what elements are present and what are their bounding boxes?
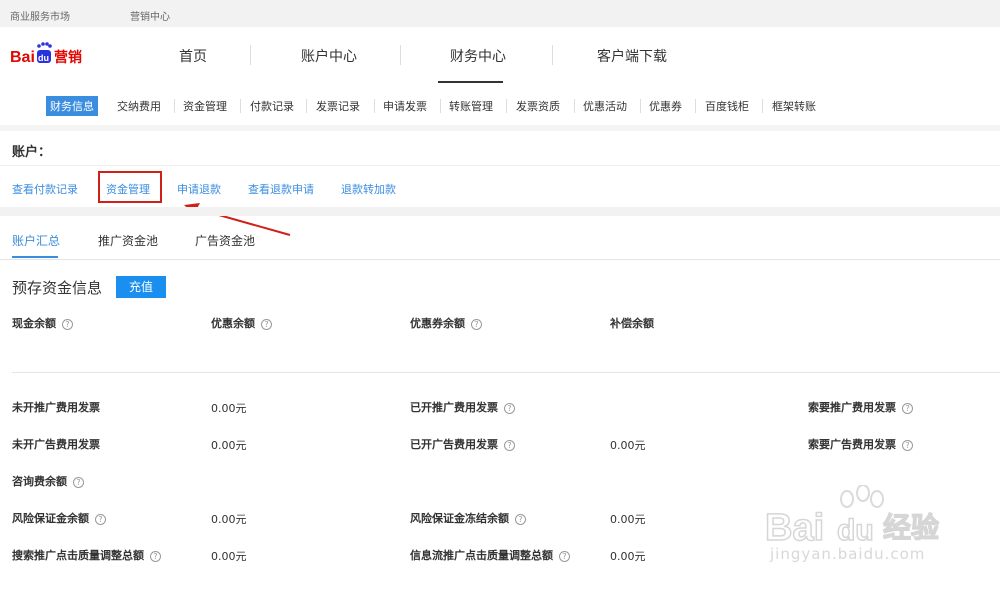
- svg-text:Bai: Bai: [10, 49, 35, 66]
- subnav-coupons[interactable]: 优惠券: [649, 98, 682, 114]
- marketing-center-link[interactable]: 营销中心: [130, 8, 170, 23]
- tab-active-indicator: [12, 256, 58, 258]
- feed-click-adjustment-value: 0.00元: [610, 550, 646, 563]
- help-icon[interactable]: ?: [504, 402, 515, 414]
- section-gap: [0, 125, 1000, 131]
- risk-deposit-frozen-value: 0.00元: [610, 513, 646, 526]
- uninvoiced-ad-value: 0.00元: [211, 439, 247, 452]
- feed-click-adjustment-label: 信息流推广点击质量调整总额?: [410, 547, 570, 563]
- nav-finance-center[interactable]: 财务中心: [450, 46, 506, 66]
- invoiced-ad-label: 已开广告费用发票?: [410, 436, 515, 452]
- highlight-box: [98, 171, 162, 203]
- subnav-promotions[interactable]: 优惠活动: [583, 98, 627, 114]
- svg-text:du: du: [837, 514, 874, 547]
- cash-balance-label: 现金余额?: [12, 315, 73, 331]
- consulting-fee-balance-label: 咨询费余额?: [12, 473, 84, 489]
- finance-subnav: 财务信息 交纳费用 资金管理 付款记录 发票记录 申请发票 转账管理 发票资质 …: [0, 87, 1000, 125]
- risk-deposit-frozen-label: 风险保证金冻结余额?: [410, 510, 526, 526]
- help-icon[interactable]: ?: [902, 439, 913, 451]
- nav-divider: [552, 45, 553, 65]
- invoiced-promotion-label: 已开推广费用发票?: [410, 399, 515, 415]
- nav-client-download[interactable]: 客户端下载: [597, 46, 667, 66]
- request-promotion-invoice-label: 索要推广费用发票?: [808, 399, 913, 415]
- help-icon[interactable]: ?: [471, 318, 482, 330]
- coupon-balance-label: 优惠券余额?: [410, 315, 482, 331]
- tab-ad-fund-pool[interactable]: 广告资金池: [195, 232, 255, 249]
- help-icon[interactable]: ?: [95, 513, 106, 525]
- subnav-baidu-wallet[interactable]: 百度钱柜: [705, 98, 749, 114]
- nav-divider: [250, 45, 251, 65]
- help-icon[interactable]: ?: [150, 550, 161, 562]
- help-icon[interactable]: ?: [261, 318, 272, 330]
- svg-text:营销: 营销: [54, 49, 82, 66]
- invoiced-ad-value: 0.00元: [610, 439, 646, 452]
- view-payment-records-link[interactable]: 查看付款记录: [12, 181, 78, 197]
- subnav-fund-management[interactable]: 资金管理: [183, 98, 227, 114]
- subnav-pay-fees[interactable]: 交纳费用: [117, 98, 161, 114]
- risk-deposit-balance-value: 0.00元: [211, 513, 247, 526]
- help-icon[interactable]: ?: [504, 439, 515, 451]
- watermark-url: jingyan.baidu.com: [770, 545, 926, 563]
- divider: [0, 165, 1000, 166]
- help-icon[interactable]: ?: [515, 513, 526, 525]
- help-icon[interactable]: ?: [559, 550, 570, 562]
- subnav-apply-invoice[interactable]: 申请发票: [383, 98, 427, 114]
- subnav-framework-transfer[interactable]: 框架转账: [772, 98, 816, 114]
- search-click-adjustment-value: 0.00元: [211, 550, 247, 563]
- request-ad-invoice-label: 索要广告费用发票?: [808, 436, 913, 452]
- help-icon[interactable]: ?: [62, 318, 73, 330]
- account-title: 账户：: [12, 145, 52, 160]
- help-icon[interactable]: ?: [902, 402, 913, 414]
- risk-deposit-balance-label: 风险保证金余额?: [12, 510, 106, 526]
- svg-text:du: du: [38, 53, 49, 63]
- discount-balance-label: 优惠余额?: [211, 315, 272, 331]
- top-bar: 商业服务市场 营销中心: [0, 0, 1000, 27]
- uninvoiced-promotion-value: 0.00元: [211, 402, 247, 415]
- subnav-finance-info[interactable]: 财务信息: [46, 96, 98, 116]
- svg-text:Bai: Bai: [765, 507, 824, 549]
- help-icon[interactable]: ?: [73, 476, 84, 488]
- uninvoiced-ad-label: 未开广告费用发票: [12, 438, 100, 451]
- section-gap: [0, 207, 1000, 216]
- subnav-payment-records[interactable]: 付款记录: [250, 98, 294, 114]
- baidu-marketing-logo[interactable]: Bai du 营销: [10, 41, 90, 71]
- divider: [0, 259, 1000, 260]
- refund-to-deposit-link[interactable]: 退款转加款: [341, 181, 396, 197]
- tab-account-summary[interactable]: 账户汇总: [12, 232, 60, 249]
- uninvoiced-promotion-label: 未开推广费用发票: [12, 401, 100, 414]
- nav-divider: [400, 45, 401, 65]
- deposit-info-title: 预存资金信息: [12, 279, 103, 297]
- header: Bai du 营销 首页 账户中心 财务中心 客户端下载: [0, 27, 1000, 87]
- baidu-jingyan-watermark: Bai du 经验: [765, 485, 940, 550]
- recharge-button[interactable]: 充值: [116, 276, 166, 298]
- compensation-balance-label: 补偿余额: [610, 317, 654, 330]
- search-click-adjustment-label: 搜索推广点击质量调整总额?: [12, 547, 161, 563]
- divider: [12, 372, 1000, 373]
- nav-active-indicator: [438, 81, 503, 83]
- apply-refund-link[interactable]: 申请退款: [177, 181, 221, 197]
- nav-account-center[interactable]: 账户中心: [301, 46, 357, 66]
- subnav-transfer-management[interactable]: 转账管理: [449, 98, 493, 114]
- view-refund-requests-link[interactable]: 查看退款申请: [248, 181, 314, 197]
- subnav-invoice-qualification[interactable]: 发票资质: [516, 98, 560, 114]
- market-link[interactable]: 商业服务市场: [10, 8, 70, 23]
- nav-home[interactable]: 首页: [179, 46, 207, 66]
- svg-text:经验: 经验: [883, 511, 939, 544]
- subnav-invoice-records[interactable]: 发票记录: [316, 98, 360, 114]
- tab-promotion-fund-pool[interactable]: 推广资金池: [98, 232, 158, 249]
